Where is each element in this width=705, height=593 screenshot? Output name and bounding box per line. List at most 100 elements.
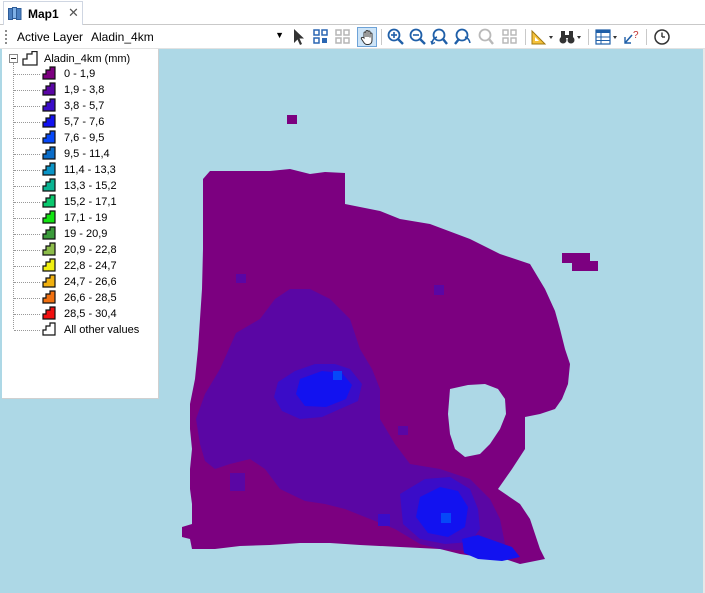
- zoom-previous-icon[interactable]: [430, 27, 450, 47]
- legend-tree-branch: [14, 330, 40, 331]
- map-canvas[interactable]: Aladin_4km (mm) 0 - 1,9 1,9 - 3,8 3,8 - 5,…: [0, 49, 705, 593]
- legend-item[interactable]: All other values: [2, 322, 152, 338]
- legend-tree-branch: [14, 282, 40, 283]
- legend-swatch-icon: [42, 114, 56, 128]
- legend-swatch-icon: [42, 162, 56, 176]
- legend-swatch-icon: [42, 306, 56, 320]
- legend-item[interactable]: 24,7 - 26,6: [2, 274, 152, 290]
- legend-swatch-icon: [42, 322, 56, 336]
- legend-swatch-icon: [42, 194, 56, 208]
- legend-item[interactable]: 15,2 - 17,1: [2, 194, 152, 210]
- close-icon[interactable]: ✕: [68, 5, 79, 21]
- legend-item[interactable]: 28,5 - 30,4: [2, 306, 152, 322]
- legend-tree-branch: [14, 74, 40, 75]
- legend-item-label: 24,7 - 26,6: [64, 276, 117, 288]
- legend-item[interactable]: 26,6 - 28,5: [2, 290, 152, 306]
- legend-layer-title: Aladin_4km (mm): [44, 53, 131, 65]
- select-by-area-icon[interactable]: [333, 27, 353, 47]
- legend-swatch-icon: [42, 130, 56, 144]
- select-features-icon[interactable]: [311, 27, 331, 47]
- collapse-toggle[interactable]: [9, 54, 18, 63]
- legend-item-label: 9,5 - 11,4: [64, 148, 110, 160]
- legend-swatch-icon: [42, 258, 56, 272]
- legend-item-label: 3,8 - 5,7: [64, 100, 105, 112]
- zoom-in-icon[interactable]: [386, 27, 406, 47]
- legend-item[interactable]: 13,3 - 15,2: [2, 178, 152, 194]
- legend-item-label: 0 - 1,9: [64, 68, 96, 80]
- toolbar-separator: [381, 29, 382, 45]
- map-icon: [8, 7, 22, 20]
- legend-item[interactable]: 7,6 - 9,5: [2, 130, 152, 146]
- legend-swatch-icon: [42, 98, 56, 112]
- legend-tree-branch: [14, 234, 40, 235]
- active-layer-label: Active Layer: [17, 30, 84, 44]
- legend-item-label: 11,4 - 13,3: [64, 164, 116, 176]
- legend-swatch-icon: [42, 210, 56, 224]
- legend-tree-branch: [14, 106, 40, 107]
- legend-item-label: 28,5 - 30,4: [64, 308, 117, 320]
- legend-item-label: 26,6 - 28,5: [64, 292, 117, 304]
- legend-tree-branch: [14, 314, 40, 315]
- legend-item-label: 22,8 - 24,7: [64, 260, 117, 272]
- legend-item-label: 20,9 - 22,8: [64, 244, 117, 256]
- toolbar-separator: [646, 29, 647, 45]
- legend-item[interactable]: 22,8 - 24,7: [2, 258, 152, 274]
- legend-item-label: 17,1 - 19: [64, 212, 108, 224]
- legend-item-label: All other values: [64, 324, 140, 336]
- legend-tree-branch: [14, 250, 40, 251]
- zoom-out-icon[interactable]: [408, 27, 428, 47]
- toolbar-separator: [525, 29, 526, 45]
- legend-tree-branch: [14, 298, 40, 299]
- measure-icon[interactable]: [530, 27, 553, 47]
- legend-tree-branch: [14, 138, 40, 139]
- legend-tree-branch: [14, 218, 40, 219]
- legend-tree-branch: [14, 186, 40, 187]
- attribute-table-icon[interactable]: [594, 27, 617, 47]
- legend-item[interactable]: 0 - 1,9: [2, 66, 152, 82]
- zoom-extent-icon[interactable]: [476, 27, 496, 47]
- pan-hand-icon[interactable]: [357, 27, 377, 47]
- toolbar-separator: [588, 29, 589, 45]
- map-toolbar: Active Layer Aladin_4km ▼ ?: [0, 25, 705, 49]
- legend-item[interactable]: 11,4 - 13,3: [2, 162, 152, 178]
- legend-swatch-icon: [42, 290, 56, 304]
- legend-item[interactable]: 20,9 - 22,8: [2, 242, 152, 258]
- select-pointer-icon[interactable]: [289, 27, 309, 47]
- legend-item-label: 1,9 - 3,8: [64, 84, 105, 96]
- legend-tree-branch: [14, 170, 40, 171]
- zoom-next-icon[interactable]: [452, 27, 472, 47]
- legend-swatch-icon: [42, 274, 56, 288]
- legend-tree-branch: [14, 266, 40, 267]
- legend-tree-branch: [14, 90, 40, 91]
- legend-tree-branch: [14, 154, 40, 155]
- legend-swatch-icon: [42, 178, 56, 192]
- document-tab-bar: Map1 ✕: [0, 0, 705, 25]
- tab-title: Map1: [28, 7, 59, 21]
- legend-item[interactable]: 19 - 20,9: [2, 226, 152, 242]
- tab-map1[interactable]: Map1 ✕: [3, 1, 83, 25]
- legend-item[interactable]: 1,9 - 3,8: [2, 82, 152, 98]
- legend-swatch-icon: [42, 226, 56, 240]
- find-binoculars-icon[interactable]: [558, 27, 581, 47]
- legend-panel: Aladin_4km (mm) 0 - 1,9 1,9 - 3,8 3,8 - 5,…: [2, 49, 159, 399]
- legend-item-label: 15,2 - 17,1: [64, 196, 117, 208]
- legend-item-label: 5,7 - 7,6: [64, 116, 105, 128]
- svg-text:?: ?: [633, 30, 639, 41]
- legend-tree-branch: [14, 122, 40, 123]
- legend-swatch-icon: [42, 82, 56, 96]
- legend-item-label: 13,3 - 15,2: [64, 180, 117, 192]
- toolbar-grip[interactable]: [5, 30, 9, 44]
- time-clock-icon[interactable]: [652, 27, 672, 47]
- raster-layer-icon: [22, 51, 38, 66]
- active-layer-select[interactable]: Aladin_4km ▼: [87, 28, 287, 45]
- legend-tree-branch: [14, 202, 40, 203]
- zoom-layer-icon[interactable]: [500, 27, 520, 47]
- legend-swatch-icon: [42, 242, 56, 256]
- legend-item[interactable]: 9,5 - 11,4: [2, 146, 152, 162]
- identify-icon[interactable]: ?: [622, 27, 642, 47]
- legend-item[interactable]: 17,1 - 19: [2, 210, 152, 226]
- legend-item[interactable]: 3,8 - 5,7: [2, 98, 152, 114]
- chevron-down-icon: ▼: [275, 30, 284, 40]
- legend-item[interactable]: 5,7 - 7,6: [2, 114, 152, 130]
- legend-swatch-icon: [42, 66, 56, 80]
